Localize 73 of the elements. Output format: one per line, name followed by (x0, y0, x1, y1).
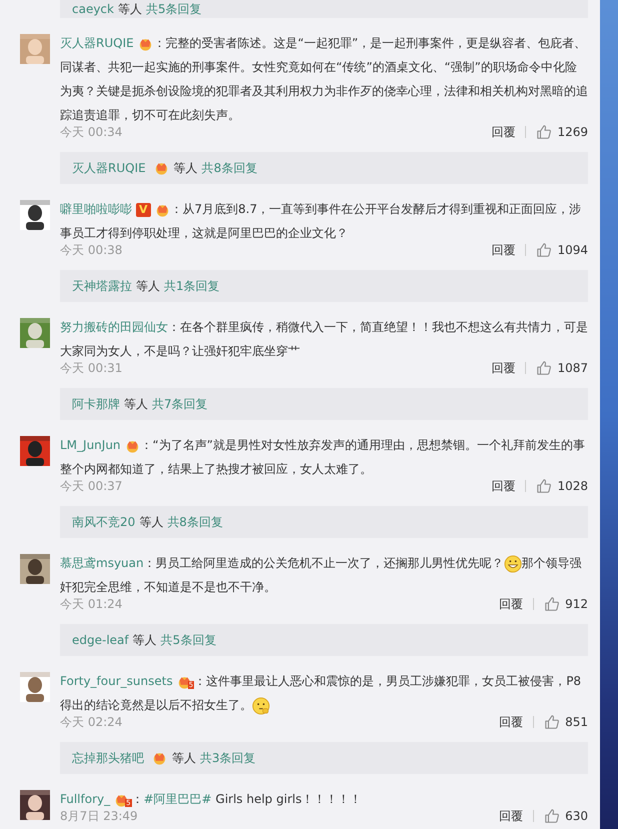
like-count: 630 (565, 809, 588, 823)
comment-text: 灭人器RUQIE ：完整的受害者陈述。这是“一起犯罪”，是一起刑事案件，更是纵容者、包庇者、同谋者、共犯一起实施的刑事案件。女性究竟如何在“传统”的酒桌文化、“强制”的职场命令中化险为夷？关键是扼杀创设险境的犯罪者及其利用权力为非作歹的侥幸心理，法律和相关机构对黑暗的追踪追责追罪，切不可在此刻失声。 (60, 35, 588, 124)
comment-text: 噼里啪啦嘭嘭 V ：从7月底到8.7，一直等到事件在公开平台发酵后才得到重视和正面回应，涉事员工才得到停职处理，这就是阿里巴巴的企业文化？ (60, 201, 582, 242)
reply-count-link[interactable]: 共5条回复 (160, 632, 216, 648)
reply-link[interactable]: 回覆 (491, 242, 516, 258)
reply-link[interactable]: 回覆 (499, 714, 524, 730)
like-count: 1269 (557, 125, 588, 139)
reply-user-link[interactable]: 灭人器RUQIE (72, 160, 146, 176)
reply-suffix: 等人 (139, 514, 164, 530)
comment-time: 今天 00:31 (60, 360, 122, 376)
like-count: 1094 (557, 243, 588, 257)
reply-link[interactable]: 回覆 (499, 596, 524, 612)
thumbs-up-icon[interactable] (544, 714, 560, 730)
like-count: 912 (565, 597, 588, 611)
reply-count-link[interactable]: 共8条回复 (202, 160, 258, 176)
username-link[interactable]: Forty_four_sunsets (60, 674, 173, 688)
username-link[interactable]: 努力搬砖的田园仙女 (60, 320, 168, 334)
comment-time: 今天 00:37 (60, 478, 122, 494)
reply-summary-bar[interactable]: 南风不竞20 等人 共8条回复 (60, 506, 588, 538)
username-link[interactable]: Fullfory_ (60, 792, 110, 806)
reply-user-link[interactable]: 天神塔露拉 (72, 278, 132, 294)
comment-time: 今天 00:38 (60, 242, 122, 258)
reply-link[interactable]: 回覆 (491, 360, 516, 376)
reply-user-link[interactable]: 忘掉那头猪吧 (72, 750, 144, 766)
comment-time: 今天 02:24 (60, 714, 122, 730)
thumbs-up-icon[interactable] (536, 478, 552, 494)
reply-summary-bar[interactable]: 灭人器RUQIE 等人 共8条回复 (60, 152, 588, 184)
reply-summary-bar[interactable]: edge-leaf 等人 共5条回复 (60, 624, 588, 656)
reply-suffix: 等人 (172, 750, 196, 766)
username-link[interactable]: 慕思鸢msyuan (60, 556, 144, 570)
reply-suffix: 等人 (132, 632, 157, 648)
reply-summary-bar[interactable]: caeyck 等人 共5条回复 (60, 0, 588, 18)
thumbs-up-icon[interactable] (536, 124, 552, 140)
reply-link[interactable]: 回覆 (491, 478, 516, 494)
like-count: 851 (565, 715, 588, 729)
username-link[interactable]: 噼里啪啦嘭嘭 (60, 202, 132, 216)
crown-icon (151, 751, 168, 765)
comment-text: 努力搬砖的田园仙女：在各个群里疯传，稍微代入一下，简直绝望！！我也不想这么有共情力，可是大家同为女人，不是吗？让强奸犯牢底坐穿艹 (60, 319, 588, 360)
reply-summary-bar[interactable]: 忘掉那头猪吧 等人 共3条回复 (60, 742, 588, 774)
thumbs-up-icon[interactable] (544, 596, 560, 612)
comment-text: LM_JunJun ：“为了名声”就是男性对女性放弃发声的通用理由，思想禁锢。一个礼拜前发生的事整个内网都知道了，结果上了热搜才被回应，女人太难了。 (60, 437, 586, 478)
comment-text: 慕思鸢msyuan：男员工给阿里造成的公关危机不止一次了，还搁那儿男性优先呢？ 那个领导强奸犯完全思维，不知道是不是也不干净。 (60, 554, 583, 596)
reply-summary-bar[interactable]: 天神塔露拉 等人 共1条回复 (60, 270, 588, 302)
comment-time: 今天 00:34 (60, 124, 122, 140)
thumbs-up-icon[interactable] (536, 242, 552, 258)
reply-user-link[interactable]: 阿卡那牌 (72, 396, 120, 412)
reply-suffix: 等人 (124, 396, 148, 412)
reply-suffix: 等人 (136, 278, 160, 294)
thumbs-up-icon[interactable] (544, 808, 560, 824)
grinning-emoji-icon (504, 554, 522, 573)
reply-user-link[interactable]: 南风不竞20 (72, 514, 136, 530)
reply-link[interactable]: 回覆 (491, 124, 516, 140)
reply-count-link[interactable]: 共1条回复 (164, 278, 220, 294)
reply-count-link[interactable]: 共7条回复 (152, 396, 208, 412)
thumbs-up-icon[interactable] (536, 360, 552, 376)
verified-badge: V (136, 202, 151, 217)
reply-suffix: 等人 (118, 0, 142, 18)
comment-time: 8月7日 23:49 (60, 808, 138, 824)
reply-user-link[interactable]: edge-leaf (72, 633, 129, 647)
reply-link[interactable]: 回覆 (499, 808, 524, 824)
reply-summary-bar[interactable]: 阿卡那牌 等人 共7条回复 (60, 388, 588, 420)
hashtag-link[interactable]: #阿里巴巴# (144, 792, 212, 806)
like-count: 1087 (557, 361, 588, 375)
reply-suffix: 等人 (174, 160, 198, 176)
username-link[interactable]: 灭人器RUQIE (60, 36, 134, 50)
reply-count-link[interactable]: 共5条回复 (146, 0, 202, 18)
reply-count-link[interactable]: 共3条回复 (200, 750, 256, 766)
thinking-emoji-icon (252, 696, 270, 715)
reply-count-link[interactable]: 共8条回复 (167, 514, 223, 530)
comment-time: 今天 01:24 (60, 596, 122, 612)
username-link[interactable]: LM_JunJun (60, 438, 121, 452)
like-count: 1028 (557, 479, 588, 493)
reply-user-link[interactable]: caeyck (72, 2, 114, 16)
